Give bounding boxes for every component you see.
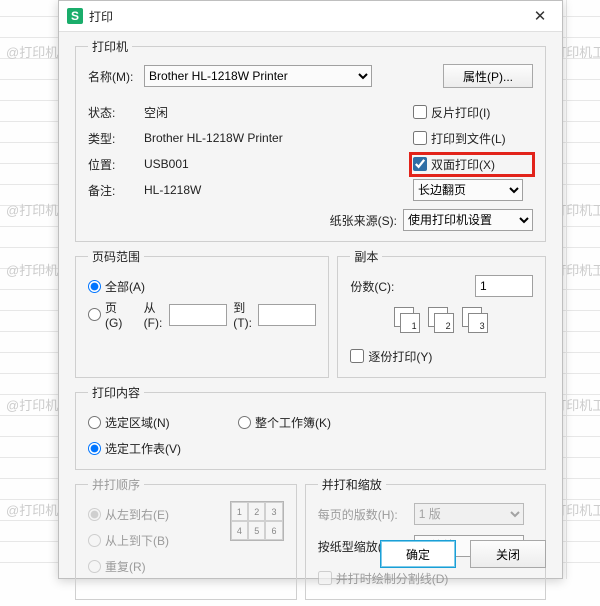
print-content-legend: 打印内容 [88,384,144,401]
page-range-pages-radio[interactable] [88,308,101,321]
order-repeat-radio [88,560,101,573]
content-workbook-label: 整个工作簿(K) [255,414,331,431]
order-preview-icon: 123456 [230,501,284,541]
page-range-to-label: 到(T): [233,299,258,330]
invert-print-label: 反片打印(I) [431,104,490,121]
order-ttb-label: 从上到下(B) [105,532,169,549]
draw-lines-label: 并打时绘制分割线(D) [336,570,449,587]
printer-section: 打印机 名称(M): Brother HL-1218W Printer 属性(P… [75,38,546,242]
printer-type-value: Brother HL-1218W Printer [144,131,413,145]
duplex-mode-select[interactable]: 长边翻页 [413,179,523,201]
copies-preview: 11 22 33 [350,307,533,335]
content-sheet-radio[interactable] [88,442,101,455]
print-order-legend: 并打顺序 [88,476,144,493]
titlebar: S 打印 ✕ [59,1,562,32]
page-range-section: 页码范围 全部(A) 页(G) 从(F): 到(T): [75,248,329,378]
paper-source-label: 纸张来源(S): [330,212,403,229]
collate-label: 逐份打印(Y) [368,348,432,365]
print-content-section: 打印内容 选定区域(N) 整个工作簿(K) 选定工作表(V) [75,384,546,470]
ok-button[interactable]: 确定 [380,540,456,568]
print-to-file-checkbox[interactable] [413,131,427,145]
content-workbook-radio[interactable] [238,416,251,429]
per-page-select: 1 版 [414,503,524,525]
copies-legend: 副本 [350,248,382,265]
paper-source-select[interactable]: 使用打印机设置 [403,209,533,231]
copies-count-input[interactable] [475,275,533,297]
copies-count-label: 份数(C): [350,278,394,295]
printer-legend: 打印机 [88,38,132,55]
printer-where-label: 位置: [88,156,144,173]
page-range-from-input[interactable] [169,304,227,326]
printer-status-label: 状态: [88,104,144,121]
order-ttb-radio [88,534,101,547]
duplex-highlight: 双面打印(X) [411,154,533,175]
scale-legend: 并打和缩放 [318,476,386,493]
printer-status-value: 空闲 [144,104,413,121]
scale-section: 并打和缩放 每页的版数(H): 1 版 按纸型缩放(Z): 无缩放 并打时绘制分… [305,476,546,600]
print-order-section: 并打顺序 从左到右(E) 从上到下(B) 重复(R) [75,476,297,600]
draw-lines-checkbox [318,571,332,585]
cancel-button[interactable]: 关闭 [470,540,546,568]
printer-comment-label: 备注: [88,182,144,199]
copies-section: 副本 份数(C): 11 22 33 逐份打印(Y) [337,248,546,378]
page-range-all-label: 全部(A) [105,278,145,295]
print-dialog: S 打印 ✕ 打印机 名称(M): Brother HL-1218W Print… [58,0,563,579]
content-selection-label: 选定区域(N) [105,414,170,431]
page-range-legend: 页码范围 [88,248,144,265]
print-to-file-label: 打印到文件(L) [431,130,506,147]
page-range-to-input[interactable] [258,304,316,326]
duplex-checkbox[interactable] [413,157,427,171]
order-ltr-radio [88,508,101,521]
order-ltr-label: 从左到右(E) [105,506,169,523]
content-selection-radio[interactable] [88,416,101,429]
printer-type-label: 类型: [88,130,144,147]
printer-name-label: 名称(M): [88,68,144,85]
collate-checkbox[interactable] [350,349,364,363]
close-button[interactable]: ✕ [520,2,560,30]
content-sheet-label: 选定工作表(V) [105,440,181,457]
duplex-label: 双面打印(X) [431,156,495,173]
printer-properties-button[interactable]: 属性(P)... [443,64,533,88]
page-range-pages-label: 页(G) [105,299,129,330]
app-icon: S [67,8,83,24]
invert-print-checkbox[interactable] [413,105,427,119]
per-page-label: 每页的版数(H): [318,506,414,523]
printer-name-select[interactable]: Brother HL-1218W Printer [144,65,372,87]
page-range-from-label: 从(F): [144,299,169,330]
printer-comment-value: HL-1218W [144,183,413,197]
order-repeat-label: 重复(R) [105,558,146,575]
dialog-title: 打印 [89,8,520,25]
page-range-all-radio[interactable] [88,280,101,293]
printer-where-value: USB001 [144,157,413,171]
